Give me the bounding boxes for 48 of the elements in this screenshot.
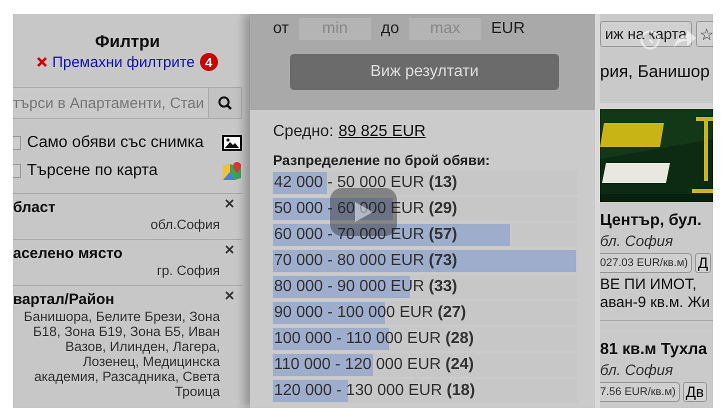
to-label: до [380,20,400,38]
map-icon [222,161,242,181]
image-icon [222,135,242,151]
section-value: обл.София [150,217,221,232]
price-range-link[interactable]: 110 000 - 120 000 EUR (24) [273,354,576,376]
distribution-title: Разпределение по брой обяви: [273,152,491,168]
favorite-button[interactable]: ☆ [696,21,713,47]
average-price-link[interactable]: 89 825 EUR [338,123,426,141]
section-title: аселено място [13,245,123,262]
property-type-button[interactable]: Дв [682,382,707,402]
close-icon [225,199,234,208]
section-value: Банишора, Белите Брези, Зона Б18, Зона Б19, Зона Б5, Иван Вазов, Илинден, Лагера, Лозенец, Медицинска академия, Разсадника, Света Троица [22,309,221,399]
price-range-link[interactable]: 42 000 - 50 000 EUR (13) [273,172,576,194]
search-icon [218,96,232,110]
currency-label: EUR [491,20,525,38]
listing-title[interactable]: Център, бул. [600,212,713,230]
from-label: от [273,20,289,38]
clear-icon [37,57,48,67]
close-icon [225,245,234,254]
map-view-button[interactable]: иж на карта [600,21,692,47]
option-label: Само обяви със снимка [27,134,205,152]
count-badge: 4 [200,53,218,71]
section-title: вартал/Район [13,291,114,308]
price-range-link[interactable]: 80 000 - 90 000 EUR (33) [273,276,576,298]
close-icon [225,291,234,300]
section-value: гр. София [156,263,221,278]
property-type-button[interactable]: Д [694,253,712,273]
search-field[interactable]: търси в Апартаменти, Стаи [13,87,242,119]
filters-title: Филтри [95,32,160,52]
search-button[interactable] [208,88,241,118]
checkbox[interactable] [13,164,21,178]
show-results-button[interactable]: Виж резултати [290,54,559,90]
price-per-sqm-tag: 027.03 EUR/кв.м) [600,253,692,273]
listing-description: ВЕ ПИ ИМОТ, [600,276,698,294]
listing-location: бл. София [600,362,674,379]
listing-description: аван-9 кв.м. Жи [600,294,711,312]
price-range-link[interactable]: 100 000 - 110 000 EUR (28) [273,328,576,350]
listing-title[interactable]: 81 кв.м Тухла [600,341,713,359]
clear-filters-link[interactable]: Премахни филтрите [52,54,195,70]
price-range-link[interactable]: 120 000 - 130 000 EUR (18) [273,380,576,402]
price-range-link[interactable]: 90 000 - 100 000 EUR (27) [273,302,576,324]
price-range-link[interactable]: 70 000 - 80 000 EUR (73) [273,250,576,272]
average-label: Средно: [273,123,334,141]
price-per-sqm-tag: 7.56 EUR/кв.м) [600,382,680,402]
listing-location: бл. София [600,233,674,250]
checkbox[interactable] [13,136,21,150]
option-label: Търсене по карта [27,162,159,180]
section-title: бласт [13,199,56,216]
